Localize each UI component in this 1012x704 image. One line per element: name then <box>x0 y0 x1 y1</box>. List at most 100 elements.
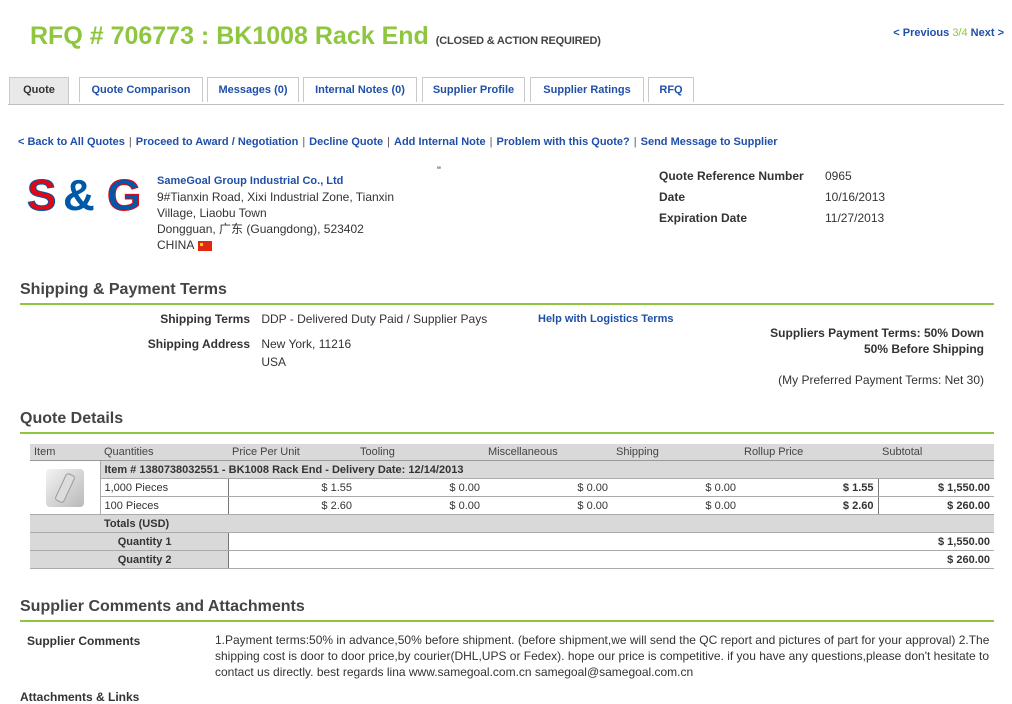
totals-label: Totals (USD) <box>100 514 994 533</box>
shipping-terms-row: Shipping Terms DDP - Delivered Duty Paid… <box>120 312 487 326</box>
separator: | <box>302 136 306 148</box>
misc-cell: $ 0.00 <box>484 478 612 497</box>
meta-label: Expiration Date <box>659 211 748 225</box>
pager-position: 3/4 <box>952 27 968 39</box>
total-label: Quantity 2 <box>100 550 228 569</box>
total-row: Quantity 1 $ 1,550.00 <box>30 532 994 551</box>
tab-internal-notes[interactable]: Internal Notes (0) <box>303 77 417 102</box>
spacer-cell <box>30 514 100 533</box>
spacer-cell <box>30 550 100 569</box>
svg-text:S: S <box>27 171 56 220</box>
rollup-cell: $ 1.55 <box>740 478 878 497</box>
quote-details-heading: Quote Details <box>20 410 994 434</box>
separator: | <box>128 136 132 148</box>
back-to-quotes-link[interactable]: < Back to All Quotes <box>18 136 125 148</box>
quote-date: 10/16/2013 <box>825 190 886 204</box>
rollup-cell: $ 2.60 <box>740 496 878 515</box>
tab-quote-comparison[interactable]: Quote Comparison <box>79 77 203 102</box>
preferred-payment-terms: (My Preferred Payment Terms: Net 30) <box>778 373 984 387</box>
column-header: Tooling <box>356 444 484 461</box>
quote-meta: Quote Reference Number 0965 Date 10/16/201… <box>657 166 887 231</box>
quote-mark: " <box>437 165 441 177</box>
shipping-address-row: Shipping Address New York, 11216 USA <box>120 335 351 371</box>
address-line: USA <box>261 355 287 369</box>
tab-quote[interactable]: Quote <box>9 77 69 104</box>
send-message-link[interactable]: Send Message to Supplier <box>641 136 778 148</box>
payment-line: 50% Before Shipping <box>863 342 984 356</box>
total-label: Quantity 1 <box>100 532 228 551</box>
spacer-cell <box>30 532 100 551</box>
quote-details-table: Item Quantities Price Per Unit Tooling M… <box>30 444 994 569</box>
previous-link[interactable]: < Previous <box>893 27 949 39</box>
shipping-address-label: Shipping Address <box>147 337 250 351</box>
meta-label: Date <box>659 190 686 204</box>
quantity-cell: 100 Pieces <box>100 496 228 515</box>
separator: | <box>387 136 390 148</box>
address-line: Village, Liaobu Town <box>157 206 267 220</box>
total-value: $ 1,550.00 <box>227 532 994 551</box>
action-links: < Back to All Quotes | Proceed to Award / … <box>18 136 778 148</box>
misc-cell: $ 0.00 <box>484 496 612 515</box>
tab-messages[interactable]: Messages (0) <box>207 77 299 102</box>
shipping-address-value: New York, 11216 USA <box>261 335 351 371</box>
supplier-address: SameGoal Group Industrial Co., Ltd 9#Tia… <box>157 172 394 253</box>
column-header: Item <box>30 444 100 461</box>
supplier-logo: S & G <box>27 170 149 223</box>
meta-label: Quote Reference Number <box>659 169 804 183</box>
column-header: Shipping <box>612 444 740 461</box>
svg-text:G: G <box>107 171 141 220</box>
item-image-cell <box>30 460 101 515</box>
shipping-heading: Shipping & Payment Terms <box>20 281 994 305</box>
next-link[interactable]: Next > <box>971 27 1004 39</box>
column-header: Subtotal <box>878 444 994 461</box>
column-header: Price Per Unit <box>228 444 356 461</box>
total-value: $ 260.00 <box>227 550 994 569</box>
table-row: 1,000 Pieces $ 1.55 $ 0.00 $ 0.00 $ 0.00… <box>30 478 994 497</box>
item-description: Item # 1380738032551 - BK1008 Rack End -… <box>100 460 994 479</box>
supplier-name-link[interactable]: SameGoal Group Industrial Co., Ltd <box>157 175 343 187</box>
address-line: 9#Tianxin Road, Xixi Industrial Zone, Ti… <box>157 190 395 204</box>
price-per-unit-cell: $ 2.60 <box>227 496 356 515</box>
shipping-terms-value: DDP - Delivered Duty Paid / Supplier Pay… <box>261 312 488 326</box>
address-line: Dongguan, 广东 (Guangdong), 523402 <box>157 222 364 236</box>
decline-quote-link[interactable]: Decline Quote <box>309 136 383 148</box>
column-header: Rollup Price <box>740 444 878 461</box>
tab-supplier-profile[interactable]: Supplier Profile <box>422 77 525 102</box>
tab-rfq[interactable]: RFQ <box>648 77 694 102</box>
column-header: Miscellaneous <box>484 444 612 461</box>
shipping-cell: $ 0.00 <box>612 496 740 515</box>
price-per-unit-cell: $ 1.55 <box>227 478 356 497</box>
item-thumbnail[interactable] <box>45 468 84 507</box>
quote-reference-number: 0965 <box>825 169 852 183</box>
tooling-cell: $ 0.00 <box>356 496 484 515</box>
country: CHINA <box>157 238 195 252</box>
payment-line: Suppliers Payment Terms: 50% Down <box>770 326 984 340</box>
table-row: 100 Pieces $ 2.60 $ 0.00 $ 0.00 $ 0.00 $… <box>30 496 994 515</box>
total-row: Quantity 2 $ 260.00 <box>30 550 994 569</box>
tab-supplier-ratings[interactable]: Supplier Ratings <box>530 77 644 102</box>
tooling-cell: $ 0.00 <box>356 478 484 497</box>
subtotal-cell: $ 260.00 <box>877 496 994 515</box>
quantity-cell: 1,000 Pieces <box>100 478 228 497</box>
totals-row: Totals (USD) <box>30 514 994 533</box>
expiration-date: 11/27/2013 <box>825 211 885 225</box>
tab-bar: Quote Quote Comparison Messages (0) Inte… <box>8 77 1004 105</box>
supplier-comments-text: 1.Payment terms:50% in advance,50% befor… <box>215 633 990 679</box>
column-header: Quantities <box>100 444 228 461</box>
shipping-terms-label: Shipping Terms <box>160 312 250 326</box>
status-badge: (CLOSED & ACTION REQUIRED) <box>435 35 601 47</box>
svg-text:&: & <box>63 171 95 220</box>
shipping-cell: $ 0.00 <box>612 478 740 497</box>
subtotal-cell: $ 1,550.00 <box>877 478 994 497</box>
rfq-title: RFQ # 706773 : BK1008 Rack End <box>30 22 429 50</box>
problem-with-quote-link[interactable]: Problem with this Quote? <box>497 136 630 148</box>
logistics-help-link[interactable]: Help with Logistics Terms <box>538 313 674 325</box>
proceed-to-award-link[interactable]: Proceed to Award / Negotiation <box>136 136 299 148</box>
item-row: Item # 1380738032551 - BK1008 Rack End -… <box>30 460 994 515</box>
supplier-payment-terms: Suppliers Payment Terms: 50% Down 50% Be… <box>770 325 984 357</box>
china-flag-icon <box>198 240 213 251</box>
add-internal-note-link[interactable]: Add Internal Note <box>394 136 486 148</box>
supplier-comments-label: Supplier Comments <box>27 634 141 648</box>
comments-heading: Supplier Comments and Attachments <box>20 598 994 622</box>
attachments-label: Attachments & Links <box>20 690 140 704</box>
